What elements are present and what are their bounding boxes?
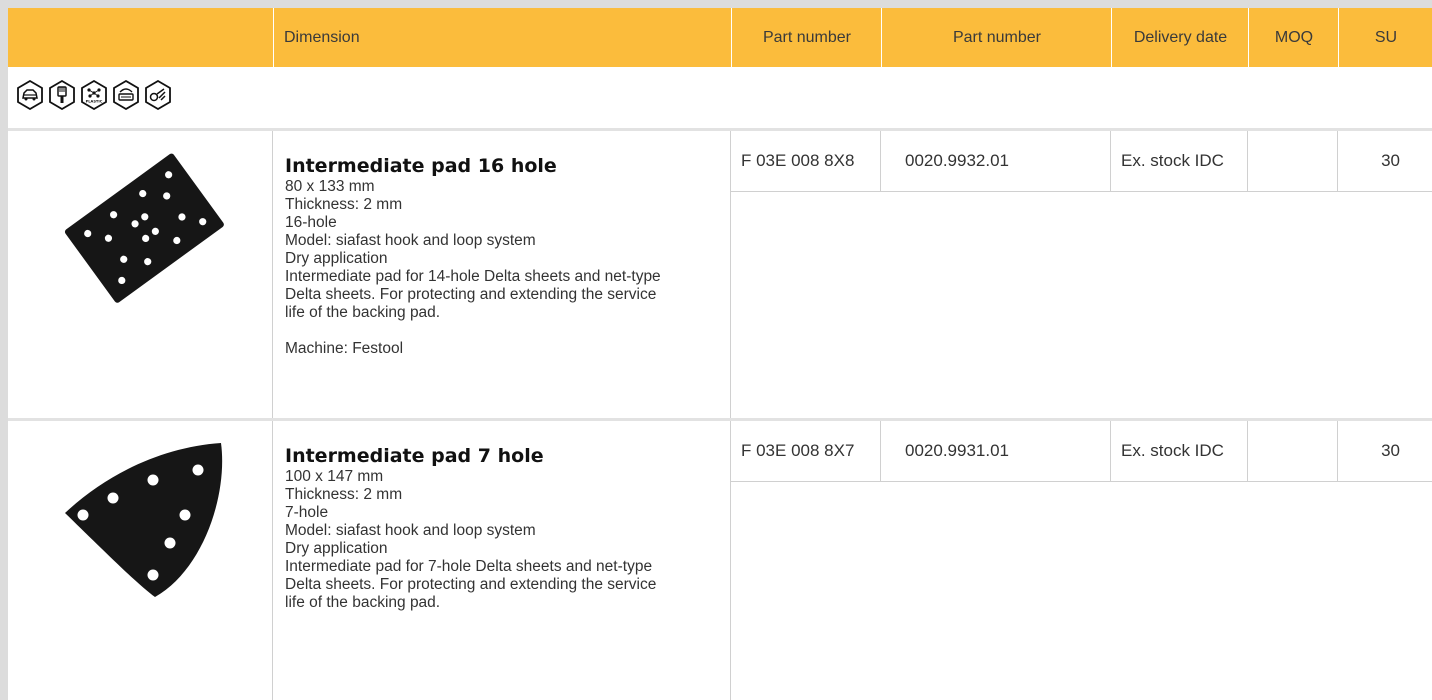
header-moq: MOQ (1248, 8, 1339, 67)
part-number-1-cell: F 03E 008 8X7 (731, 421, 881, 481)
product-spec-line: Thickness: 2 mm (285, 196, 403, 213)
moq-cell (1248, 421, 1338, 481)
product-data-cells: F 03E 008 8X7 0020.9931.01 Ex. stock IDC… (731, 421, 1432, 482)
svg-text:PLASTIC: PLASTIC (86, 100, 103, 104)
product-spec-line: 80 x 133 mm (285, 178, 375, 195)
part-number-1-cell: F 03E 008 8X8 (731, 131, 881, 191)
product-title: Intermediate pad 16 hole (285, 155, 557, 177)
header-part-number-1: Part number (731, 8, 882, 67)
special-application-icon (145, 80, 171, 110)
product-spec-line: life of the backing pad. (285, 594, 441, 611)
header-image-column (8, 8, 273, 67)
application-icon-bar: PLASTIC (8, 67, 1432, 131)
header-dimension: Dimension (273, 8, 731, 67)
product-machine: Machine: Festool (285, 340, 404, 357)
su-cell: 30 (1381, 441, 1400, 460)
part-number-2-cell: 0020.9932.01 (881, 131, 1111, 191)
product-description: Intermediate pad 7 hole 100 x 147 mm Thi… (273, 421, 731, 700)
product-spec-line: Model: siafast hook and loop system (285, 232, 536, 249)
product-spec-line: 7-hole (285, 504, 329, 521)
product-spec-line: Dry application (285, 250, 388, 267)
header-delivery-date: Delivery date (1111, 8, 1249, 67)
product-description: Intermediate pad 16 hole 80 x 133 mm Thi… (273, 131, 731, 418)
rectangular-pad-image (64, 153, 224, 303)
header-part-number-2: Part number (881, 8, 1112, 67)
part-number-2-cell: 0020.9931.01 (881, 421, 1111, 481)
su-cell: 30 (1381, 151, 1400, 170)
product-spec-line: Intermediate pad for 14-hole Delta sheet… (285, 268, 661, 285)
product-image-cell (8, 131, 273, 418)
product-title: Intermediate pad 7 hole (285, 445, 544, 467)
lacquer-icon (113, 80, 139, 110)
paint-brush-icon (49, 80, 75, 110)
table-header: Dimension Part number Part number Delive… (8, 8, 1432, 67)
plastic-icon: PLASTIC (81, 80, 107, 110)
product-spec-line: life of the backing pad. (285, 304, 441, 321)
product-spec-line: 100 x 147 mm (285, 468, 384, 485)
delivery-date-cell: Ex. stock IDC (1111, 421, 1248, 481)
product-spec-line: Delta sheets. For protecting and extendi… (285, 576, 657, 593)
header-su: SU (1338, 8, 1432, 67)
delivery-date-cell: Ex. stock IDC (1111, 131, 1248, 191)
product-image-cell (8, 421, 273, 700)
product-row: Intermediate pad 16 hole 80 x 133 mm Thi… (8, 131, 1432, 418)
product-spec-line: Model: siafast hook and loop system (285, 522, 536, 539)
product-spec-line: Intermediate pad for 7-hole Delta sheets… (285, 558, 653, 575)
product-spec-line: 16-hole (285, 214, 337, 231)
product-spec-line: Delta sheets. For protecting and extendi… (285, 286, 657, 303)
product-spec-line: Thickness: 2 mm (285, 486, 403, 503)
product-data-cells: F 03E 008 8X8 0020.9932.01 Ex. stock IDC… (731, 131, 1432, 192)
car-body-icon (17, 80, 43, 110)
delta-pad-image (65, 443, 223, 597)
moq-cell (1248, 131, 1338, 191)
product-spec-line: Dry application (285, 540, 388, 557)
product-table: Dimension Part number Part number Delive… (8, 8, 1432, 700)
product-row: Intermediate pad 7 hole 100 x 147 mm Thi… (8, 421, 1432, 700)
